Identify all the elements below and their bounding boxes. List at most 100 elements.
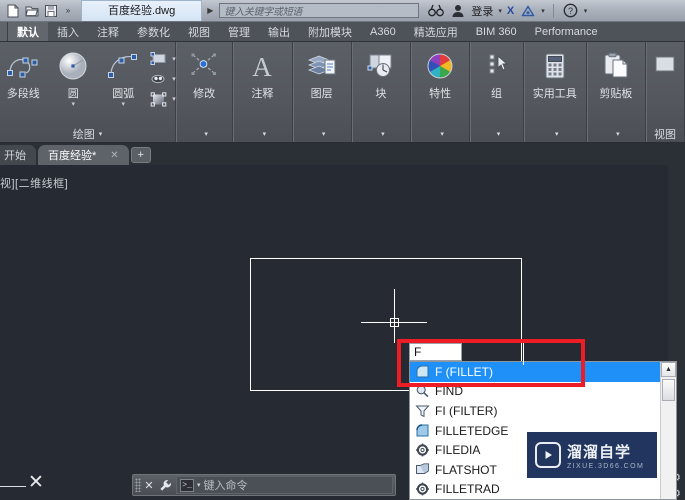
ribbon-tab-view[interactable]: 视图	[179, 22, 219, 41]
chevron-down-icon[interactable]: ▾	[381, 130, 385, 138]
scroll-up-icon[interactable]: ▲	[661, 362, 676, 377]
panel-title-clipboard[interactable]: ▾	[587, 126, 645, 142]
panel-title-view[interactable]: 视图	[646, 126, 684, 142]
binoculars-icon[interactable]	[427, 2, 444, 19]
exchange-app-icon[interactable]: X	[507, 5, 514, 17]
chevron-down-icon[interactable]: ▾	[497, 130, 501, 138]
tool-gradient[interactable]: ▾	[149, 90, 176, 108]
circle-icon	[56, 49, 90, 83]
panel-title-utilities[interactable]: ▾	[524, 126, 586, 142]
ribbon-tab-annotate[interactable]: 注释	[88, 22, 128, 41]
tool-hatch[interactable]: ▾	[149, 70, 176, 88]
title-bar: » 百度经验.dwg ▶ 键入关键字或短语 登录 ▾ X ▾ ? ▾	[0, 0, 685, 22]
panel-title-annotation[interactable]: ▾	[233, 126, 291, 142]
autocomplete-item-filletrad[interactable]: FILLETRAD	[410, 479, 660, 499]
qat-more-icon[interactable]: »	[61, 6, 75, 15]
chevron-down-icon[interactable]: ▾	[616, 130, 620, 138]
doc-tab-baidu-jingyan[interactable]: 百度经验* ✕	[38, 145, 129, 165]
command-prompt-caret-icon[interactable]: ▾	[197, 481, 201, 489]
tool-modify[interactable]: 修改	[180, 47, 228, 101]
gradient-icon	[149, 90, 169, 108]
command-prompt-icon[interactable]: >_	[180, 478, 194, 492]
watermark-overlay: 溜溜自学 ZIXUE.3D66.COM	[527, 432, 657, 478]
tool-view[interactable]	[646, 47, 684, 83]
tool-layers[interactable]: 图层	[298, 47, 346, 101]
panel-title-group[interactable]: ▾	[470, 126, 523, 142]
autodesk-logo-icon[interactable]	[519, 2, 536, 19]
panel-title-label: 视图	[654, 129, 677, 141]
tool-properties[interactable]: 特性	[416, 47, 464, 101]
autocomplete-scrollbar[interactable]: ▲	[660, 362, 676, 499]
user-account-icon[interactable]	[449, 2, 466, 19]
tool-rectangle[interactable]: ▾	[149, 50, 176, 68]
panel-title-properties[interactable]: ▾	[411, 126, 469, 142]
signin-button[interactable]: 登录	[471, 3, 493, 19]
tool-annotation[interactable]: A 注释	[238, 47, 286, 101]
watermark-subtitle: ZIXUE.3D66.COM	[567, 462, 645, 470]
chevron-down-icon[interactable]: ▾	[204, 130, 208, 138]
tool-polyline[interactable]: 多段线	[0, 47, 47, 101]
close-icon[interactable]: ✕	[110, 150, 118, 161]
wrench-icon[interactable]	[157, 477, 173, 493]
chevron-down-icon[interactable]: ▾	[99, 130, 103, 138]
viewport-label[interactable]: 视][二维线框]	[0, 175, 68, 191]
document-title-tab[interactable]: 百度经验.dwg	[81, 0, 203, 21]
tool-clipboard[interactable]: 剪贴板	[587, 47, 645, 101]
tool-block[interactable]: 块	[357, 47, 405, 101]
autodesk-caret-icon[interactable]: ▾	[541, 7, 545, 15]
ribbon-tab-label: 插入	[57, 26, 79, 39]
autocomplete-item-filter[interactable]: FI (FILTER)	[410, 401, 660, 421]
ribbon-panel-group: 组 ▾	[470, 42, 524, 142]
ribbon-tab-bim360[interactable]: BIM 360	[467, 22, 526, 41]
ribbon-tab-a360[interactable]: A360	[361, 22, 405, 41]
tool-label: 块	[375, 88, 387, 100]
ribbon-tab-insert[interactable]: 插入	[48, 22, 88, 41]
new-file-icon[interactable]	[4, 2, 21, 19]
tool-circle[interactable]: 圆 ▾	[49, 47, 97, 108]
titlebar-right-group: 登录 ▾ X ▾ ? ▾	[427, 2, 587, 19]
ribbon-tab-addins[interactable]: 附加模块	[299, 22, 361, 41]
tool-arc[interactable]: 圆弧 ▾	[99, 47, 147, 108]
new-tab-button[interactable]: +	[130, 147, 151, 163]
ribbon-tab-performance[interactable]: Performance	[526, 22, 607, 41]
doc-tab-start[interactable]: 开始	[0, 145, 36, 165]
ribbon-tab-parametric[interactable]: 参数化	[128, 22, 179, 41]
autocad-window: » 百度经验.dwg ▶ 键入关键字或短语 登录 ▾ X ▾ ? ▾ 默认 插入…	[0, 0, 685, 500]
search-input[interactable]: 键入关键字或短语	[219, 3, 420, 18]
autocomplete-label: FILLETRAD	[435, 482, 500, 497]
help-caret-icon[interactable]: ▾	[584, 7, 588, 15]
panel-title-modify[interactable]: ▾	[176, 126, 232, 142]
ribbon-tab-featured-apps[interactable]: 精选应用	[405, 22, 467, 41]
panel-title-draw[interactable]: 绘图 ▾	[0, 126, 175, 142]
command-input[interactable]: >_ ▾ 键入命令	[176, 476, 393, 494]
document-dropdown-caret[interactable]: ▶	[207, 6, 213, 15]
panel-title-block[interactable]: ▾	[352, 126, 410, 142]
ribbon-tab-output[interactable]: 输出	[259, 22, 299, 41]
autocomplete-label: FILLETEDGE	[435, 423, 509, 438]
help-icon[interactable]: ?	[562, 2, 579, 19]
save-icon[interactable]	[42, 2, 59, 19]
panel-title-layers[interactable]: ▾	[293, 126, 351, 142]
command-line-bar[interactable]: ✕ >_ ▾ 键入命令	[132, 474, 396, 496]
signin-caret-icon[interactable]: ▾	[498, 7, 502, 15]
ribbon-tab-label: 管理	[228, 26, 250, 39]
open-folder-icon[interactable]	[23, 2, 40, 19]
tool-label: 多段线	[6, 88, 40, 100]
watermark-title: 溜溜自学	[567, 443, 632, 461]
ribbon-panel-layers: 图层 ▾	[293, 42, 352, 142]
filter-funnel-icon	[414, 403, 430, 419]
ribbon-panel-block: 块 ▾	[352, 42, 412, 142]
chevron-down-icon[interactable]: ▾	[121, 101, 125, 108]
chevron-down-icon[interactable]: ▾	[322, 130, 326, 138]
chevron-down-icon[interactable]: ▾	[263, 130, 267, 138]
ribbon-tab-manage[interactable]: 管理	[219, 22, 259, 41]
tool-utilities[interactable]: 实用工具	[525, 47, 585, 101]
chevron-down-icon[interactable]: ▾	[555, 130, 559, 138]
chevron-down-icon[interactable]: ▾	[440, 130, 444, 138]
scrollbar-thumb[interactable]	[662, 379, 675, 401]
chevron-down-icon[interactable]: ▾	[71, 101, 75, 108]
close-icon[interactable]: ✕	[141, 477, 157, 493]
tool-group[interactable]: 组	[473, 47, 521, 101]
ribbon-panel-bar: 多段线 圆 ▾ 圆弧 ▾ ▾ ▾ ▾ 绘图 ▾ 修改 ▾ A 注释 ▾ 图层 ▾…	[0, 42, 685, 143]
ribbon-tab-home[interactable]: 默认	[8, 22, 48, 41]
